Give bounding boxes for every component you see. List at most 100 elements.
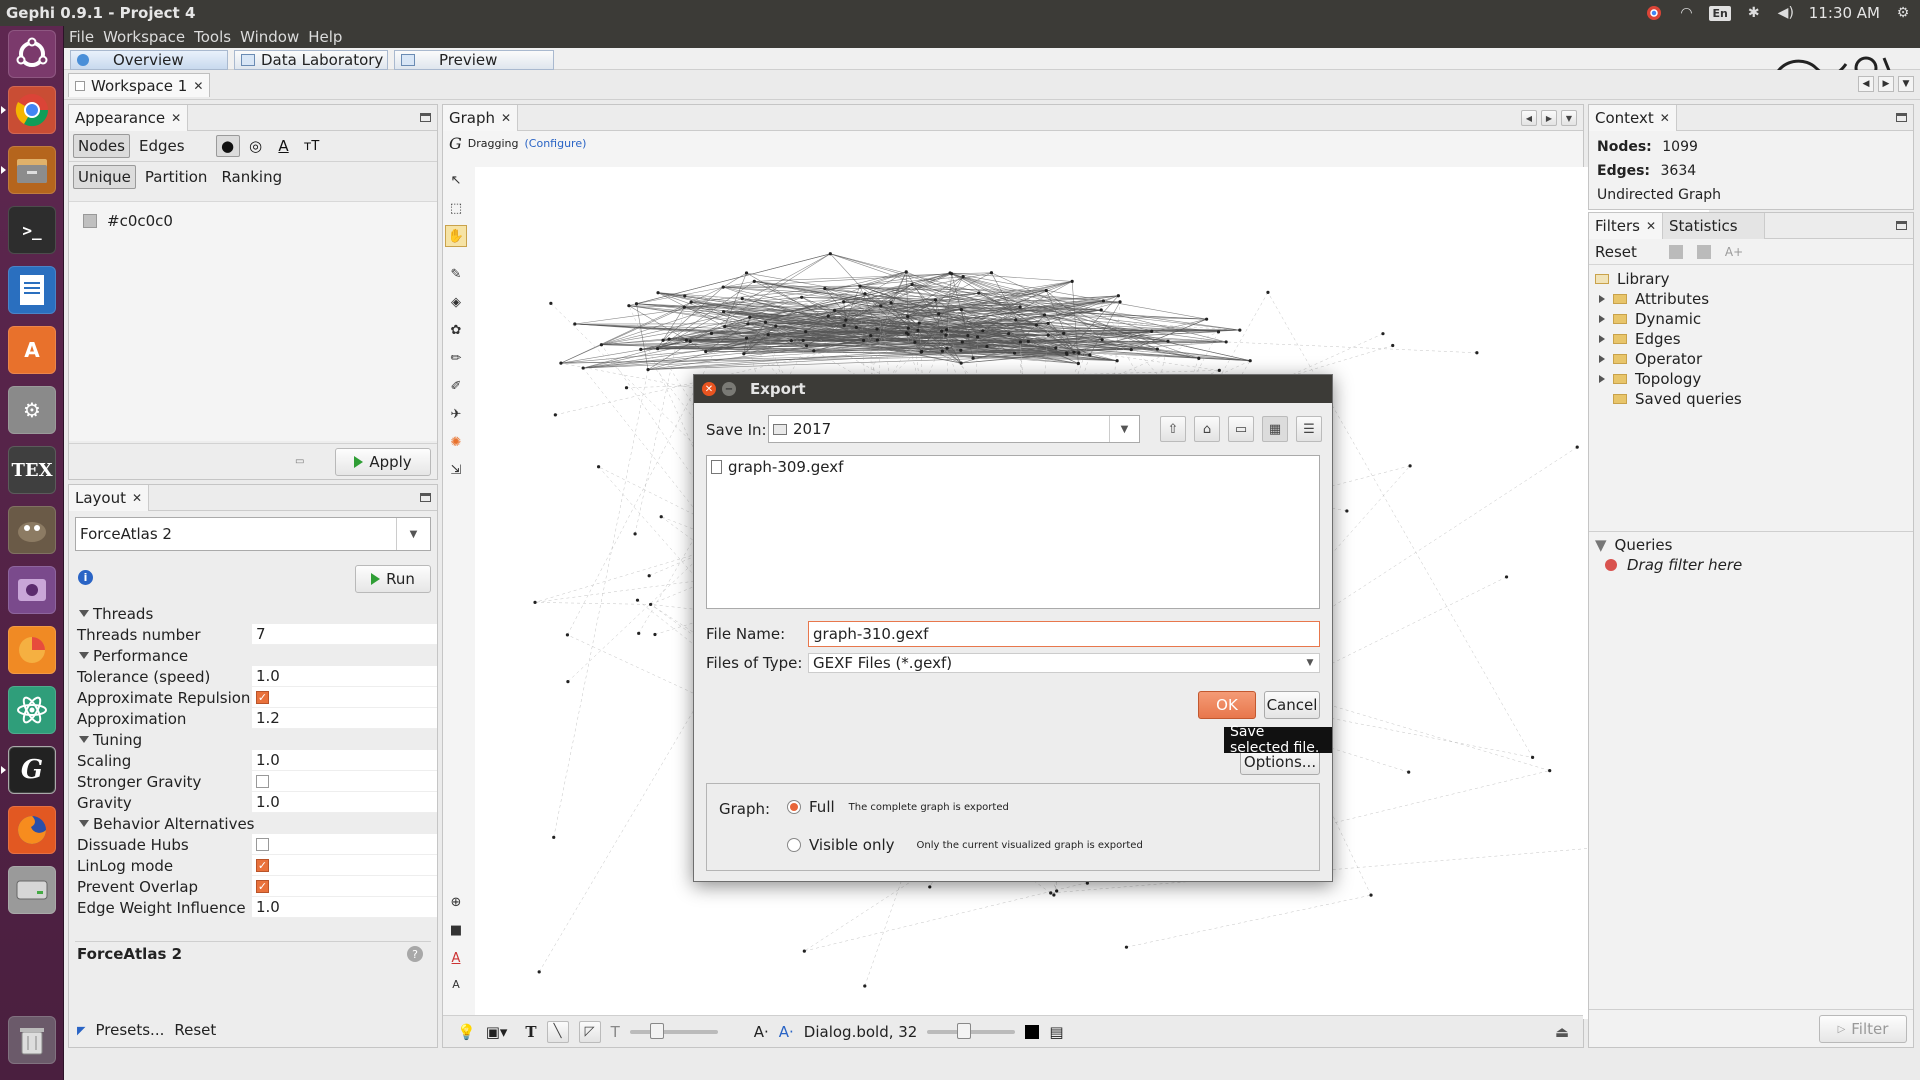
graph-node[interactable] <box>917 321 921 325</box>
cancel-button[interactable]: Cancel <box>1264 691 1320 719</box>
attributes-icon[interactable]: ▤ <box>1049 1023 1063 1041</box>
graph-node[interactable] <box>960 340 964 344</box>
group-behavior-alternatives[interactable]: Behavior Alternatives <box>75 813 437 834</box>
graph-node[interactable] <box>1238 328 1242 332</box>
label-size-icon[interactable]: тT <box>300 135 324 157</box>
tree-item-attributes[interactable]: Attributes <box>1595 289 1907 309</box>
prop-value[interactable]: 1.2 <box>252 708 437 729</box>
graph-node[interactable] <box>661 338 665 342</box>
list-view-icon[interactable]: ▦ <box>1262 416 1288 442</box>
reset-button[interactable]: Reset <box>174 1021 216 1039</box>
approximate-repulsion-checkbox[interactable]: ✓ <box>256 690 269 704</box>
graph-node[interactable] <box>959 308 963 312</box>
graph-node[interactable] <box>596 465 601 469</box>
prop-approximate-repulsion[interactable]: Approximate Repulsion ✓ <box>75 687 437 708</box>
graph-node[interactable] <box>1369 893 1373 897</box>
graph-node[interactable] <box>863 984 867 988</box>
graph-node[interactable] <box>704 349 708 354</box>
apply-button[interactable]: Apply <box>335 448 431 476</box>
graph-node[interactable] <box>581 366 585 370</box>
graph-node[interactable] <box>875 327 879 331</box>
screenshot-icon[interactable]: ▣▾ <box>486 1023 508 1041</box>
software-center-icon[interactable]: A <box>8 326 56 374</box>
prop-linlog-mode[interactable]: LinLog mode ✓ <box>75 855 437 876</box>
scroll-right-button[interactable]: ▶ <box>1541 110 1557 126</box>
statistics-tab[interactable]: Statistics <box>1663 212 1765 239</box>
graph-node[interactable] <box>906 332 910 336</box>
graph-node[interactable] <box>1052 893 1056 897</box>
painter-icon[interactable]: ✎ <box>445 263 467 285</box>
graph-node[interactable] <box>937 312 941 316</box>
filters-reset-button[interactable]: Reset <box>1595 243 1637 261</box>
slider-knob[interactable] <box>649 1022 664 1039</box>
close-icon[interactable]: ✕ <box>193 79 203 93</box>
full-radio[interactable] <box>787 800 801 814</box>
graph-node[interactable] <box>639 347 643 352</box>
graph-node[interactable] <box>647 574 651 578</box>
layout-tab[interactable]: Layout ✕ <box>69 484 150 511</box>
drag-filter-drop-zone[interactable]: Drag filter here <box>1595 555 1742 575</box>
ok-button[interactable]: OK <box>1198 691 1256 719</box>
export-filter-icon[interactable] <box>1696 244 1711 259</box>
graph-node[interactable] <box>906 326 910 330</box>
prop-stronger-gravity[interactable]: Stronger Gravity <box>75 771 437 792</box>
graph-node[interactable] <box>1129 347 1133 352</box>
system-settings-icon[interactable]: ⚙ <box>8 386 56 434</box>
graph-node[interactable] <box>828 252 832 256</box>
graph-node[interactable] <box>844 318 848 322</box>
graph-node[interactable] <box>1012 351 1017 355</box>
graph-node[interactable] <box>684 338 688 342</box>
graph-node[interactable] <box>1116 294 1120 298</box>
graph-node[interactable] <box>1118 300 1122 304</box>
prop-dissuade-hubs[interactable]: Dissuade Hubs <box>75 834 437 855</box>
graph-node[interactable] <box>744 271 749 275</box>
graph-node[interactable] <box>950 272 954 276</box>
keyboard-language-indicator[interactable]: En <box>1709 5 1731 21</box>
graph-node[interactable] <box>1166 339 1170 343</box>
group-threads[interactable]: Threads <box>75 603 437 624</box>
lightbulb-icon[interactable]: 💡 <box>457 1023 476 1041</box>
graph-node[interactable] <box>709 331 714 335</box>
font-size-down-icon[interactable]: A· <box>754 1023 769 1041</box>
heat-map-icon[interactable]: ✺ <box>445 431 467 453</box>
graph-node[interactable] <box>537 970 541 974</box>
unique-color-row[interactable]: #c0c0c0 <box>69 202 437 240</box>
graph-node[interactable] <box>910 282 914 287</box>
minimize-icon[interactable] <box>420 493 431 502</box>
label-size-slider[interactable] <box>629 1022 718 1039</box>
tree-item-topology[interactable]: Topology <box>1595 369 1907 389</box>
minimize-icon[interactable] <box>420 113 431 122</box>
prop-value[interactable]: 1.0 <box>252 897 437 918</box>
prop-tolerance[interactable]: Tolerance (speed) 1.0 <box>75 666 437 687</box>
graph-node[interactable] <box>1475 351 1479 355</box>
graph-node[interactable] <box>740 297 744 301</box>
writer-icon[interactable] <box>8 266 56 314</box>
prevent-overlap-checkbox[interactable]: ✓ <box>256 879 269 893</box>
graph-node[interactable] <box>812 349 816 353</box>
layout-algorithm-select[interactable]: ForceAtlas 2 ▼ <box>75 517 431 551</box>
text-size-mode-icon[interactable]: T <box>611 1023 620 1041</box>
rectangle-select-icon[interactable]: ⬚ <box>445 197 467 219</box>
edges-toggle[interactable]: Edges <box>134 135 190 157</box>
graph-node[interactable] <box>889 301 893 305</box>
color-palette-icon[interactable]: ● <box>215 135 240 157</box>
graph-node[interactable] <box>971 356 975 360</box>
graph-node[interactable] <box>981 329 985 333</box>
visible-only-radio-option[interactable]: Visible only Only the current visualized… <box>787 836 1143 854</box>
menu-file[interactable]: File <box>64 28 98 46</box>
scroll-left-button[interactable]: ◀ <box>1858 76 1874 92</box>
appearance-tab[interactable]: Appearance ✕ <box>69 104 189 131</box>
graph-node[interactable] <box>1046 321 1050 326</box>
graph-node[interactable] <box>959 361 963 365</box>
close-icon[interactable]: ✕ <box>132 491 142 505</box>
pencil-icon[interactable]: ✏ <box>445 347 467 369</box>
graph-node[interactable] <box>1216 330 1221 334</box>
tree-item-operator[interactable]: Operator <box>1595 349 1907 369</box>
graph-node[interactable] <box>800 295 804 299</box>
prop-value[interactable]: 1.0 <box>252 666 437 687</box>
chrome-tray-icon[interactable] <box>1645 4 1663 22</box>
tab-preview[interactable]: Preview <box>394 50 554 70</box>
graph-node[interactable] <box>945 328 949 332</box>
graph-node[interactable] <box>624 386 629 390</box>
file-name-input[interactable] <box>808 621 1320 647</box>
